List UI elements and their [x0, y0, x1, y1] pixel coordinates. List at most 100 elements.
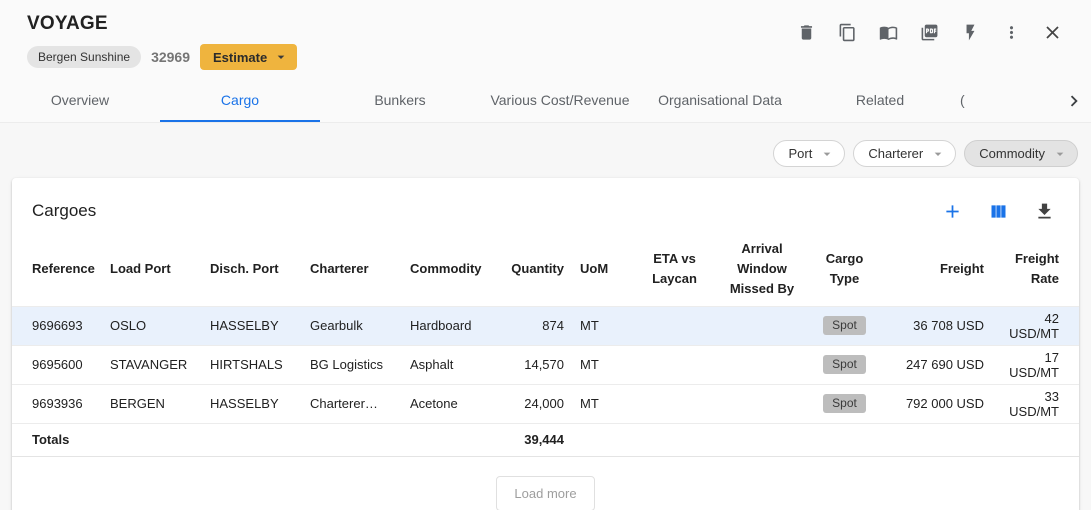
table-body: 9696693OSLOHASSELBYGearbulkHardboard874M…	[12, 306, 1079, 423]
cell-load-port: BERGEN	[102, 384, 202, 423]
cell-disch-port: HASSELBY	[202, 384, 302, 423]
tab-partial[interactable]: (	[960, 80, 994, 122]
cell-eta-vs-laycan	[632, 306, 717, 345]
load-more-button[interactable]: Load more	[496, 476, 594, 510]
column-header-reference[interactable]: Reference	[12, 232, 102, 306]
cell-uom: MT	[572, 384, 632, 423]
cell-arrival-window-missed-by	[717, 306, 807, 345]
filter-bar: Port Charterer Commodity	[0, 140, 1091, 167]
totals-quantity: 39,444	[497, 423, 572, 456]
compare-button[interactable]	[875, 19, 901, 45]
cell-disch-port: HASSELBY	[202, 306, 302, 345]
cargo-row[interactable]: 9695600STAVANGERHIRTSHALSBG LogisticsAsp…	[12, 345, 1079, 384]
tab-related[interactable]: Related	[800, 80, 960, 122]
cell-freight: 247 690 USD	[882, 345, 992, 384]
card-header: Cargoes	[12, 178, 1079, 228]
cell-cargo-type: Spot	[807, 345, 882, 384]
chevron-down-icon	[819, 146, 835, 162]
cell-freight: 792 000 USD	[882, 384, 992, 423]
columns-button[interactable]	[985, 198, 1011, 224]
vessel-chip[interactable]: Bergen Sunshine	[27, 46, 141, 68]
cargo-type-badge: Spot	[823, 355, 866, 375]
tabs-container: OverviewCargoBunkersVarious Cost/Revenue…	[0, 80, 1057, 122]
cell-eta-vs-laycan	[632, 345, 717, 384]
pdf-icon	[920, 23, 939, 42]
close-button[interactable]	[1039, 19, 1065, 45]
cargo-row[interactable]: 9693936BERGENHASSELBYCharterer…Acetone24…	[12, 384, 1079, 423]
filter-label: Port	[788, 146, 812, 161]
download-icon	[1034, 201, 1055, 222]
column-header-uom[interactable]: UoM	[572, 232, 632, 306]
cell-reference: 9696693	[12, 306, 102, 345]
cargo-row[interactable]: 9696693OSLOHASSELBYGearbulkHardboard874M…	[12, 306, 1079, 345]
totals-empty-cell	[402, 423, 497, 456]
column-header-commodity[interactable]: Commodity	[402, 232, 497, 306]
header: VOYAGE Bergen Sunshine 32969 Estimate	[0, 0, 1091, 80]
column-header-quantity[interactable]: Quantity	[497, 232, 572, 306]
cell-uom: MT	[572, 306, 632, 345]
page-title: VOYAGE	[27, 13, 297, 35]
tab-bar: OverviewCargoBunkersVarious Cost/Revenue…	[0, 80, 1091, 123]
filter-port[interactable]: Port	[773, 140, 845, 167]
voyage-window: VOYAGE Bergen Sunshine 32969 Estimate	[0, 0, 1091, 510]
lightning-icon	[961, 23, 980, 42]
tab-organisational-data[interactable]: Organisational Data	[640, 80, 800, 122]
estimate-label: Estimate	[213, 50, 267, 65]
column-header-load-port[interactable]: Load Port	[102, 232, 202, 306]
tab-overview[interactable]: Overview	[0, 80, 160, 122]
columns-icon	[988, 201, 1009, 222]
download-button[interactable]	[1031, 198, 1057, 224]
tabs-scroll-right-button[interactable]	[1057, 80, 1091, 122]
chevron-down-icon	[930, 146, 946, 162]
totals-empty-cell	[717, 423, 807, 456]
cell-quantity: 874	[497, 306, 572, 345]
add-cargo-button[interactable]	[939, 198, 965, 224]
toolbar	[793, 19, 1065, 45]
filter-commodity[interactable]: Commodity	[964, 140, 1078, 167]
cell-commodity: Hardboard	[402, 306, 497, 345]
card-title: Cargoes	[32, 201, 96, 221]
column-header-disch-port[interactable]: Disch. Port	[202, 232, 302, 306]
cell-cargo-type: Spot	[807, 306, 882, 345]
cell-freight-rate: 17 USD/MT	[992, 345, 1079, 384]
content: PortChartererCommodity Cargoes	[0, 123, 1091, 510]
filter-label: Commodity	[979, 146, 1045, 161]
filter-charterer[interactable]: Charterer	[853, 140, 956, 167]
more-options-button[interactable]	[998, 19, 1024, 45]
close-icon	[1042, 22, 1063, 43]
column-header-eta-vs-laycan[interactable]: ETA vs Laycan	[632, 232, 717, 306]
cargoes-table: ReferenceLoad PortDisch. PortChartererCo…	[12, 232, 1079, 457]
load-more-container: Load more	[12, 457, 1079, 510]
totals-label: Totals	[12, 423, 102, 456]
cell-load-port: STAVANGER	[102, 345, 202, 384]
column-header-freight-rate[interactable]: Freight Rate	[992, 232, 1079, 306]
tab-bunkers[interactable]: Bunkers	[320, 80, 480, 122]
cell-quantity: 14,570	[497, 345, 572, 384]
column-header-freight[interactable]: Freight	[882, 232, 992, 306]
cell-commodity: Asphalt	[402, 345, 497, 384]
totals-empty-cell	[202, 423, 302, 456]
cell-uom: MT	[572, 345, 632, 384]
trash-icon	[797, 23, 816, 42]
totals-row: Totals 39,444	[12, 423, 1079, 456]
cargo-type-badge: Spot	[823, 316, 866, 336]
tab-various-cost-revenue[interactable]: Various Cost/Revenue	[480, 80, 640, 122]
quick-actions-button[interactable]	[957, 19, 983, 45]
chevron-down-icon	[273, 49, 289, 65]
pdf-export-button[interactable]	[916, 19, 942, 45]
cell-charterer: Charterer…	[302, 384, 402, 423]
delete-button[interactable]	[793, 19, 819, 45]
totals-empty-cell	[882, 423, 992, 456]
column-header-charterer[interactable]: Charterer	[302, 232, 402, 306]
duplicate-button[interactable]	[834, 19, 860, 45]
cell-eta-vs-laycan	[632, 384, 717, 423]
card-actions	[939, 198, 1057, 224]
totals-empty-cell	[632, 423, 717, 456]
column-header-cargo-type[interactable]: Cargo Type	[807, 232, 882, 306]
cell-freight-rate: 33 USD/MT	[992, 384, 1079, 423]
cell-commodity: Acetone	[402, 384, 497, 423]
column-header-arrival-window-missed-by[interactable]: Arrival Window Missed By	[717, 232, 807, 306]
cell-reference: 9695600	[12, 345, 102, 384]
estimate-button[interactable]: Estimate	[200, 44, 297, 70]
tab-cargo[interactable]: Cargo	[160, 80, 320, 122]
